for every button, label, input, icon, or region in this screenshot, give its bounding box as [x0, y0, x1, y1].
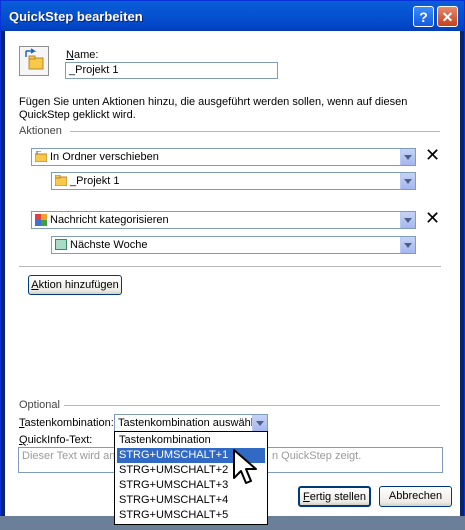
delete-action-1-icon[interactable]: ✕ [425, 146, 440, 164]
action-option-select-2-value: Nächste Woche [70, 239, 148, 251]
add-action-button[interactable]: Aktion hinzufügen [28, 275, 122, 295]
actions-bottom-divider [19, 266, 441, 267]
finish-button[interactable]: Fertig stellen [298, 486, 371, 507]
shortcut-label: Tastenkombination: [19, 417, 114, 429]
optional-divider [64, 405, 440, 406]
delete-action-2-icon[interactable]: ✕ [425, 209, 440, 227]
action-select-2-value: Nachricht kategorisieren [50, 214, 169, 226]
window-title: QuickStep bearbeiten [9, 9, 143, 24]
optional-section-label: Optional [19, 399, 60, 411]
categorize-icon [35, 214, 47, 226]
category-color-icon [55, 239, 67, 250]
cancel-button[interactable]: Abbrechen [379, 486, 452, 507]
mouse-cursor-icon [232, 448, 262, 488]
action-select-1-value: In Ordner verschieben [50, 151, 159, 163]
action-option-select-2[interactable]: Nächste Woche [51, 236, 416, 254]
action-select-1[interactable]: In Ordner verschieben [31, 148, 416, 166]
tooltip-placeholder-left: Dieser Text wird ange [22, 450, 128, 462]
chevron-down-icon[interactable] [400, 149, 415, 165]
tooltip-label: QuickInfo-Text: [19, 434, 93, 446]
action-select-2[interactable]: Nachricht kategorisieren [31, 211, 416, 229]
folder-icon [54, 174, 68, 187]
quickstep-icon [19, 46, 49, 76]
dropdown-option[interactable]: STRG+UMSCHALT+4 [117, 493, 265, 508]
dropdown-option[interactable]: Tastenkombination auswählen [117, 433, 265, 461]
shortcut-select[interactable]: Tastenkombination auswählen [114, 414, 268, 432]
action-option-select-1[interactable]: _Projekt 1 [51, 172, 416, 190]
actions-section-label: Aktionen [19, 125, 62, 137]
chevron-down-icon[interactable] [400, 237, 415, 253]
help-button[interactable]: ? [413, 6, 434, 27]
name-label: Name: [66, 49, 99, 61]
description-text: Fügen Sie unten Aktionen hinzu, die ausg… [19, 96, 408, 121]
action-option-select-1-value: _Projekt 1 [70, 175, 120, 187]
move-folder-icon [34, 150, 48, 163]
shortcut-select-value: Tastenkombination auswählen [118, 417, 266, 429]
dropdown-option[interactable]: STRG+UMSCHALT+5 [117, 508, 265, 523]
chevron-down-icon[interactable] [400, 173, 415, 189]
close-button[interactable]: ✕ [437, 6, 458, 27]
title-bar[interactable]: QuickStep bearbeiten ? ✕ [1, 1, 464, 31]
chevron-down-icon[interactable] [400, 212, 415, 228]
tooltip-placeholder-right: n QuickStep zeigt. [272, 450, 362, 462]
chevron-down-icon[interactable] [252, 415, 267, 431]
actions-divider [70, 131, 440, 132]
name-field[interactable]: _Projekt 1 [65, 62, 278, 79]
